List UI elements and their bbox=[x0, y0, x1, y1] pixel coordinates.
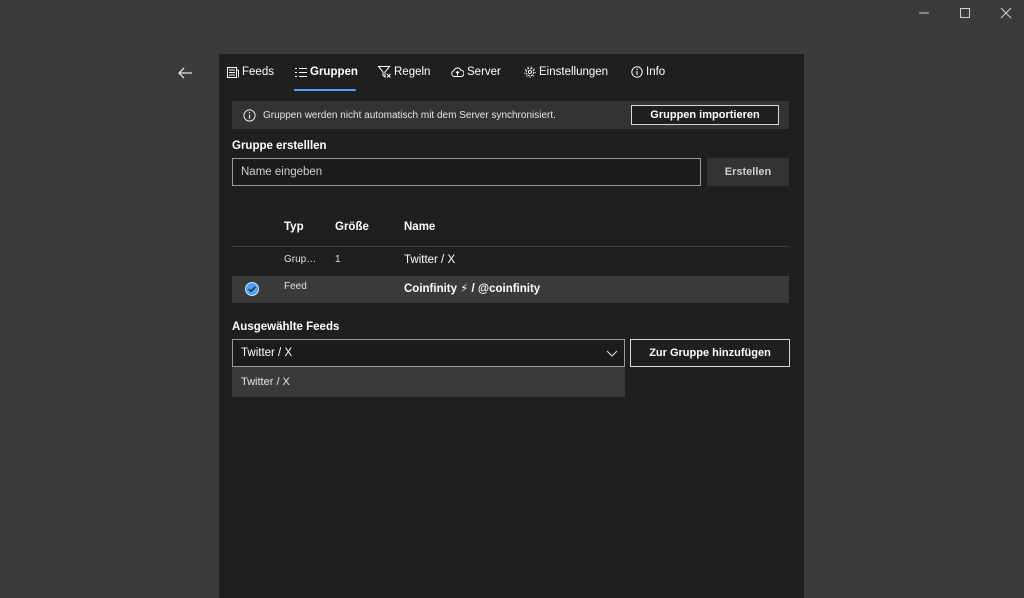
create-group-label: Gruppe erstelllen bbox=[232, 140, 327, 152]
add-to-group-button[interactable]: Zur Gruppe hinzufügen bbox=[630, 339, 790, 367]
feed-select[interactable]: Twitter / X bbox=[232, 339, 625, 367]
row-type: Grup… bbox=[284, 254, 317, 265]
active-tab-indicator bbox=[294, 89, 356, 91]
row-size: 1 bbox=[335, 254, 341, 265]
feed-dropdown-list: Twitter / X bbox=[232, 367, 625, 397]
tab-bar: Feeds Gruppen Regeln Server Einstellunge… bbox=[219, 54, 804, 94]
tab-regeln[interactable]: Regeln bbox=[378, 54, 430, 90]
gear-icon bbox=[524, 66, 536, 78]
minimize-icon bbox=[919, 12, 929, 14]
selected-feeds-label: Ausgewählte Feeds bbox=[232, 321, 340, 333]
header-name[interactable]: Name bbox=[404, 221, 435, 233]
tab-feeds[interactable]: Feeds bbox=[227, 54, 274, 90]
info-icon bbox=[631, 66, 643, 78]
back-button[interactable] bbox=[172, 62, 198, 84]
tab-server[interactable]: Server bbox=[451, 54, 501, 90]
cloud-icon bbox=[451, 66, 464, 77]
tab-label: Regeln bbox=[394, 66, 431, 78]
tab-label: Info bbox=[646, 66, 666, 78]
info-message: Gruppen werden nicht automatisch mit dem… bbox=[263, 109, 556, 121]
dropdown-option[interactable]: Twitter / X bbox=[241, 376, 290, 388]
group-name-input[interactable]: Name eingeben bbox=[232, 158, 701, 186]
table-row[interactable]: Feed Coinfinity ⚡ / @coinfinity bbox=[232, 276, 789, 303]
groups-panel: Feeds Gruppen Regeln Server Einstellunge… bbox=[219, 54, 804, 598]
close-icon bbox=[1000, 7, 1012, 19]
tab-label: Einstellungen bbox=[539, 66, 609, 78]
tab-label: Server bbox=[467, 66, 501, 78]
table-header: Typ Größe Name bbox=[232, 214, 789, 247]
sync-info-bar: Gruppen werden nicht automatisch mit dem… bbox=[232, 101, 789, 129]
tab-einstellungen[interactable]: Einstellungen bbox=[524, 54, 608, 90]
header-type[interactable]: Typ bbox=[284, 221, 304, 233]
minimize-button[interactable] bbox=[903, 0, 945, 26]
filter-icon bbox=[378, 66, 391, 78]
row-name: Twitter / X bbox=[404, 254, 456, 266]
tab-label: Gruppen bbox=[310, 66, 358, 78]
tab-gruppen[interactable]: Gruppen bbox=[295, 54, 358, 90]
maximize-icon bbox=[960, 8, 970, 18]
header-size[interactable]: Größe bbox=[335, 221, 369, 233]
arrow-left-icon bbox=[178, 67, 192, 79]
import-groups-button[interactable]: Gruppen importieren bbox=[631, 105, 779, 125]
close-window-button[interactable] bbox=[985, 0, 1024, 26]
row-name: Coinfinity ⚡ / @coinfinity bbox=[404, 283, 541, 295]
create-button[interactable]: Erstellen bbox=[707, 158, 789, 186]
info-icon bbox=[243, 108, 256, 122]
tab-info[interactable]: Info bbox=[631, 54, 665, 90]
checkmark-circle-icon bbox=[245, 282, 259, 296]
chevron-down-icon bbox=[606, 350, 618, 357]
feed-select-value: Twitter / X bbox=[241, 347, 293, 359]
newspaper-icon bbox=[227, 66, 239, 78]
row-type: Feed bbox=[284, 281, 307, 292]
list-icon bbox=[295, 67, 307, 77]
table-row[interactable]: Grup… 1 Twitter / X bbox=[232, 248, 789, 275]
tab-label: Feeds bbox=[242, 66, 274, 78]
maximize-button[interactable] bbox=[944, 0, 986, 26]
